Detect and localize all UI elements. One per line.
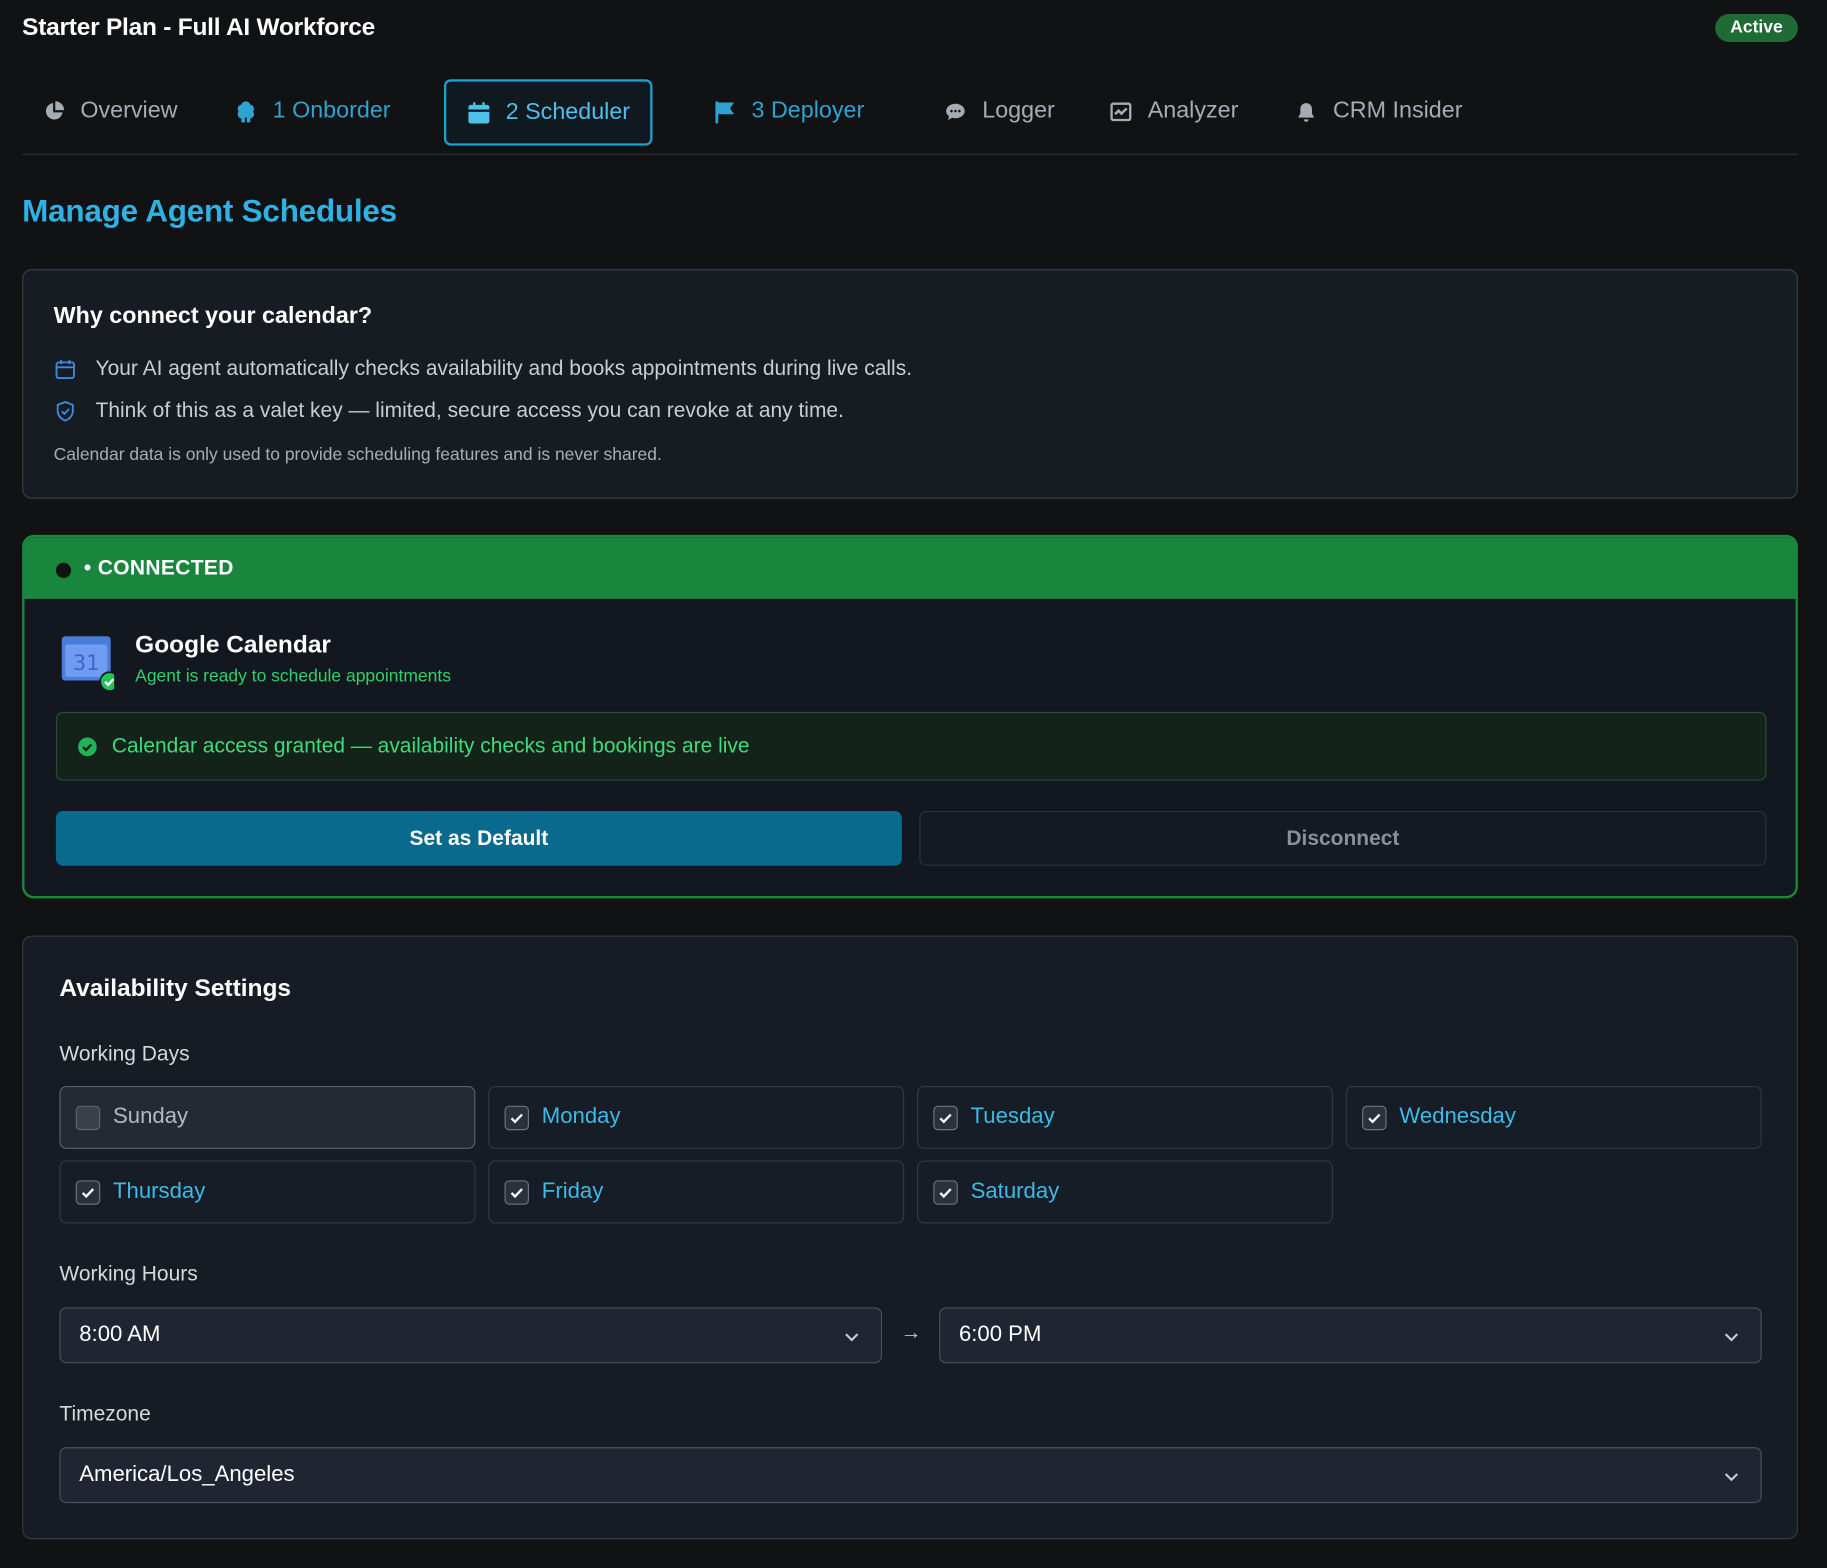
connection-status-bar: • CONNECTED — [24, 537, 1796, 599]
day-label: Tuesday — [970, 1104, 1055, 1130]
status-dot — [55, 562, 72, 578]
info-point-text: Think of this as a valet key — limited, … — [95, 398, 844, 422]
provider-status: Agent is ready to schedule appointments — [135, 666, 451, 687]
day-checkbox-sunday[interactable]: Sunday — [59, 1085, 476, 1149]
tab-overview[interactable]: Overview — [41, 78, 178, 144]
checkbox-checked-icon — [75, 1179, 101, 1205]
access-granted-text: Calendar access granted — availability c… — [111, 734, 750, 758]
pie-chart-icon — [41, 98, 67, 124]
check-circle-icon — [77, 736, 98, 757]
tab-bar: Overview 1 Onborder 2 Scheduler 3 Deploy… — [22, 78, 1798, 155]
day-checkbox-saturday[interactable]: Saturday — [916, 1160, 1333, 1224]
day-checkbox-thursday[interactable]: Thursday — [59, 1160, 476, 1224]
end-time-select[interactable]: 6:00 PM — [939, 1307, 1762, 1364]
tab-label: Logger — [982, 97, 1055, 124]
availability-title: Availability Settings — [59, 975, 292, 1003]
end-time-value: 6:00 PM — [958, 1322, 1042, 1347]
info-point-text: Your AI agent automatically checks avail… — [95, 356, 913, 380]
tab-label: Analyzer — [1147, 97, 1239, 124]
start-time-value: 8:00 AM — [79, 1322, 161, 1347]
checkbox-checked-icon — [504, 1179, 529, 1205]
tab-label: 2 Scheduler — [505, 99, 631, 125]
calendar-icon — [54, 357, 77, 380]
page-title: Manage Agent Schedules — [22, 193, 397, 229]
status-badge: Active — [1715, 13, 1798, 42]
tab-label: 1 Onborder — [272, 97, 391, 124]
bell-icon — [1293, 98, 1319, 124]
day-label: Sunday — [113, 1104, 189, 1130]
brain-icon — [233, 98, 259, 124]
day-label: Saturday — [970, 1179, 1060, 1204]
checkbox-unchecked-icon — [75, 1105, 101, 1130]
provider-name: Google Calendar — [135, 631, 331, 659]
checkbox-checked-icon — [504, 1105, 529, 1130]
checkbox-checked-icon — [933, 1105, 958, 1130]
start-time-select[interactable]: 8:00 AM — [59, 1307, 883, 1364]
info-point: Your AI agent automatically checks avail… — [54, 357, 912, 381]
day-label: Friday — [541, 1179, 604, 1204]
availability-settings-card: Availability Settings Working Days Sunda… — [22, 935, 1798, 1540]
day-checkbox-wednesday[interactable]: Wednesday — [1345, 1085, 1762, 1149]
tab-logger[interactable]: Logger — [943, 78, 1055, 144]
tab-crm-insider[interactable]: CRM Insider — [1293, 78, 1462, 144]
tab-label: CRM Insider — [1332, 97, 1463, 124]
working-days-label: Working Days — [59, 1041, 190, 1065]
day-checkbox-friday[interactable]: Friday — [488, 1160, 905, 1224]
chevron-down-icon — [841, 1326, 862, 1347]
day-checkbox-tuesday[interactable]: Tuesday — [916, 1085, 1333, 1149]
shield-check-icon — [54, 399, 77, 422]
timezone-label: Timezone — [59, 1401, 151, 1426]
hours-separator-arrow: → — [900, 1320, 922, 1344]
chat-bubble-icon — [943, 98, 969, 124]
why-connect-card: Why connect your calendar? Your AI agent… — [22, 269, 1798, 499]
day-label: Thursday — [113, 1179, 206, 1204]
flag-icon — [712, 98, 738, 124]
timezone-value: America/Los_Angeles — [79, 1462, 295, 1487]
why-connect-title: Why connect your calendar? — [53, 302, 373, 329]
checkbox-checked-icon — [1362, 1105, 1387, 1130]
day-label: Wednesday — [1399, 1104, 1516, 1130]
logo-day-number: 31 — [73, 651, 100, 675]
tab-label: 3 Deployer — [751, 97, 865, 124]
tab-label: Overview — [80, 97, 178, 124]
day-checkbox-monday[interactable]: Monday — [488, 1085, 905, 1149]
tab-onborder[interactable]: 1 Onborder — [233, 78, 391, 144]
connection-status-label: • CONNECTED — [83, 555, 234, 580]
google-calendar-logo: 31 — [61, 635, 120, 692]
chevron-down-icon — [1721, 1466, 1742, 1487]
day-label: Monday — [541, 1104, 621, 1130]
connected-calendar-card: • CONNECTED 31 Google Calendar Agent is … — [22, 534, 1798, 899]
calendar-icon — [466, 100, 492, 126]
scheduler-page: Starter Plan - Full AI Workforce Active … — [0, 0, 1827, 1568]
tab-analyzer[interactable]: Analyzer — [1108, 78, 1238, 144]
access-granted-banner: Calendar access granted — availability c… — [55, 711, 1767, 781]
plan-title: Starter Plan - Full AI Workforce — [22, 13, 375, 41]
chart-check-icon — [1108, 98, 1134, 124]
privacy-note: Calendar data is only used to provide sc… — [53, 445, 662, 465]
checkbox-checked-icon — [933, 1179, 958, 1205]
timezone-select[interactable]: America/Los_Angeles — [59, 1447, 1762, 1504]
top-bar: Starter Plan - Full AI Workforce Active — [22, 12, 1798, 47]
tab-scheduler[interactable]: 2 Scheduler — [443, 79, 653, 146]
working-hours-label: Working Hours — [59, 1261, 198, 1286]
tab-deployer[interactable]: 3 Deployer — [712, 78, 864, 144]
set-as-default-button[interactable]: Set as Default — [55, 810, 902, 866]
disconnect-button[interactable]: Disconnect — [919, 810, 1767, 866]
info-point: Think of this as a valet key — limited, … — [54, 398, 844, 422]
chevron-down-icon — [1721, 1326, 1742, 1347]
